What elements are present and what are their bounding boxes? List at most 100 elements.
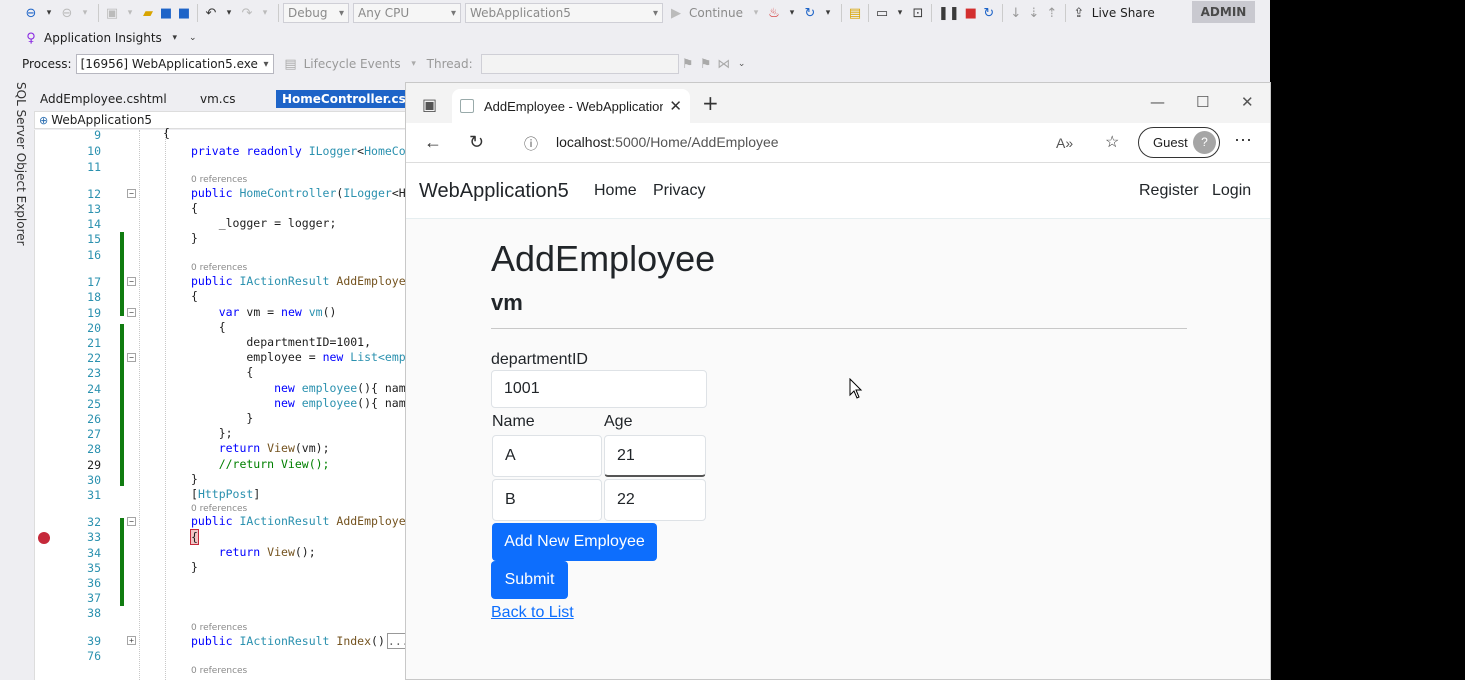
collapse-icon[interactable]: − — [127, 517, 136, 526]
employee-name-input[interactable]: A — [492, 435, 602, 477]
codelens-references[interactable]: 0 references — [191, 666, 247, 676]
chevron-down-icon[interactable]: ▾ — [819, 3, 837, 23]
chevron-down-icon[interactable]: ▾ — [747, 3, 765, 23]
expand-icon[interactable]: + — [127, 636, 136, 645]
editor-navigation-bar[interactable]: ⊕ WebApplication5 — [34, 111, 414, 129]
minimize-icon[interactable]: — — [1150, 93, 1165, 111]
tab-addemployee-cshtml[interactable]: AddEmployee.cshtml — [34, 90, 194, 108]
process-dropdown[interactable]: [16956] WebApplication5.exe — [75, 54, 274, 74]
platform-dropdown[interactable]: Any CPU — [353, 3, 461, 23]
nav-privacy-link[interactable]: Privacy — [653, 182, 705, 200]
chevron-down-icon[interactable]: ▾ — [405, 54, 423, 74]
undo-icon[interactable]: ↶ — [202, 3, 220, 23]
codelens-references[interactable]: 0 references — [191, 623, 247, 633]
employee-age-input[interactable]: 21 — [604, 435, 706, 477]
profile-button[interactable]: Guest ? — [1138, 127, 1220, 158]
collapse-icon[interactable]: − — [127, 277, 136, 286]
refresh-icon[interactable]: ↻ — [801, 3, 819, 23]
reload-icon[interactable]: ↻ — [469, 132, 484, 153]
collapse-icon[interactable]: − — [127, 189, 136, 198]
back-to-list-link[interactable]: Back to List — [491, 604, 574, 622]
navigate-forward-icon[interactable]: ⊖ — [58, 3, 76, 23]
account-badge[interactable]: ADMIN — [1192, 1, 1255, 23]
employee-age-input[interactable]: 22 — [604, 479, 706, 521]
new-tab-icon[interactable]: + — [702, 91, 719, 115]
browse-icon[interactable]: ▤ — [846, 3, 864, 23]
navigate-back-icon[interactable]: ⊖ — [22, 3, 40, 23]
redo-icon[interactable]: ↷ — [238, 3, 256, 23]
stop-icon[interactable]: ■ — [962, 3, 980, 23]
step-out-icon[interactable]: ⇡ — [1043, 3, 1061, 23]
collapse-icon[interactable]: − — [127, 308, 136, 317]
toolbar-overflow-icon[interactable]: ⌄ — [733, 54, 751, 74]
chevron-down-icon[interactable]: ▾ — [220, 3, 238, 23]
code-line: return View(); — [191, 545, 316, 559]
breakpoint-icon[interactable] — [38, 532, 50, 544]
codelens-references[interactable]: 0 references — [191, 504, 247, 514]
maximize-icon[interactable]: ☐ — [1196, 93, 1209, 111]
code-editor[interactable]: 9 10 11 12 13 14 15 16 17 18 19 20 21 22… — [34, 126, 413, 680]
tab-actions-icon[interactable]: ▣ — [422, 95, 437, 114]
line-number: 18 — [87, 290, 101, 304]
continue-icon[interactable]: ▶ — [667, 3, 685, 23]
codelens-references[interactable]: 0 references — [191, 175, 247, 185]
read-aloud-icon[interactable]: A» — [1056, 135, 1073, 151]
chevron-down-icon[interactable]: ▾ — [76, 3, 94, 23]
lifecycle-events-dropdown[interactable]: Lifecycle Events — [304, 57, 401, 71]
save-icon[interactable]: ■ — [157, 3, 175, 23]
department-id-label: departmentID — [491, 351, 588, 368]
codelens-references[interactable]: 0 references — [191, 263, 247, 273]
chevron-down-icon[interactable]: ▾ — [40, 3, 58, 23]
site-info-icon[interactable]: ⓘ — [524, 134, 538, 154]
save-all-icon[interactable]: ■ — [175, 3, 193, 23]
nav-home-link[interactable]: Home — [594, 182, 637, 200]
submit-button[interactable]: Submit — [491, 561, 568, 599]
pause-icon[interactable]: ❚❚ — [936, 3, 962, 23]
thread-dropdown[interactable] — [480, 54, 679, 74]
window-layout-icon[interactable]: ▭ — [873, 3, 891, 23]
close-tab-icon[interactable]: ✕ — [669, 97, 682, 115]
line-number: 11 — [87, 160, 101, 174]
back-icon[interactable]: ← — [424, 132, 442, 153]
code-line: _logger = logger; — [191, 216, 337, 230]
employee-name-input[interactable]: B — [492, 479, 602, 521]
chevron-down-icon[interactable]: ▾ — [783, 3, 801, 23]
tab-homecontroller-cs[interactable]: HomeController.cs — [276, 90, 406, 108]
debug-picker-icon[interactable]: ⊡ — [909, 3, 927, 23]
startup-project-dropdown[interactable]: WebApplication5 — [465, 3, 663, 23]
sql-server-object-explorer-tab[interactable]: SQL Server Object Explorer — [8, 82, 28, 246]
new-project-icon[interactable]: ▣ — [103, 3, 121, 23]
department-id-input[interactable]: 1001 — [491, 370, 707, 408]
url-field[interactable]: localhost:5000/Home/AddEmployee — [556, 134, 779, 150]
more-icon[interactable]: ⋯ — [1234, 130, 1252, 151]
nav-register-link[interactable]: Register — [1139, 182, 1199, 200]
collapse-icon[interactable]: − — [127, 353, 136, 362]
chevron-down-icon[interactable]: ▾ — [256, 3, 274, 23]
change-indicator — [120, 232, 124, 316]
tab-vm-cs[interactable]: vm.cs — [194, 90, 276, 108]
chevron-down-icon[interactable]: ▾ — [891, 3, 909, 23]
thread-switch-icon[interactable]: ⋈ — [715, 54, 733, 74]
browser-tab[interactable]: AddEmployee - WebApplication5 ✕ — [452, 89, 690, 123]
close-window-icon[interactable]: ✕ — [1241, 93, 1254, 111]
site-brand-link[interactable]: WebApplication5 — [419, 180, 569, 203]
hot-reload-icon[interactable]: ♨ — [765, 3, 783, 23]
live-share-button[interactable]: Live Share — [1092, 6, 1155, 20]
continue-button[interactable]: Continue — [689, 6, 743, 20]
chevron-down-icon[interactable]: ▾ — [166, 28, 184, 48]
flag-icon[interactable]: ⚑ — [679, 54, 697, 74]
live-share-icon[interactable]: ⇪ — [1070, 3, 1088, 23]
open-folder-icon[interactable]: ▰ — [139, 3, 157, 23]
flag-all-icon[interactable]: ⚑ — [697, 54, 715, 74]
toolbar-overflow-icon[interactable]: ⌄ — [184, 28, 202, 48]
add-new-employee-button[interactable]: Add New Employee — [492, 523, 657, 561]
configuration-dropdown[interactable]: Debug — [283, 3, 349, 23]
project-dropdown[interactable]: WebApplication5 — [51, 113, 152, 127]
chevron-down-icon[interactable]: ▾ — [121, 3, 139, 23]
application-insights-button[interactable]: Application Insights — [44, 31, 162, 45]
favorites-icon[interactable]: ☆ — [1105, 132, 1119, 152]
restart-icon[interactable]: ↻ — [980, 3, 998, 23]
step-into-icon[interactable]: ↓ — [1007, 3, 1025, 23]
step-over-icon[interactable]: ⇣ — [1025, 3, 1043, 23]
nav-login-link[interactable]: Login — [1212, 182, 1251, 200]
